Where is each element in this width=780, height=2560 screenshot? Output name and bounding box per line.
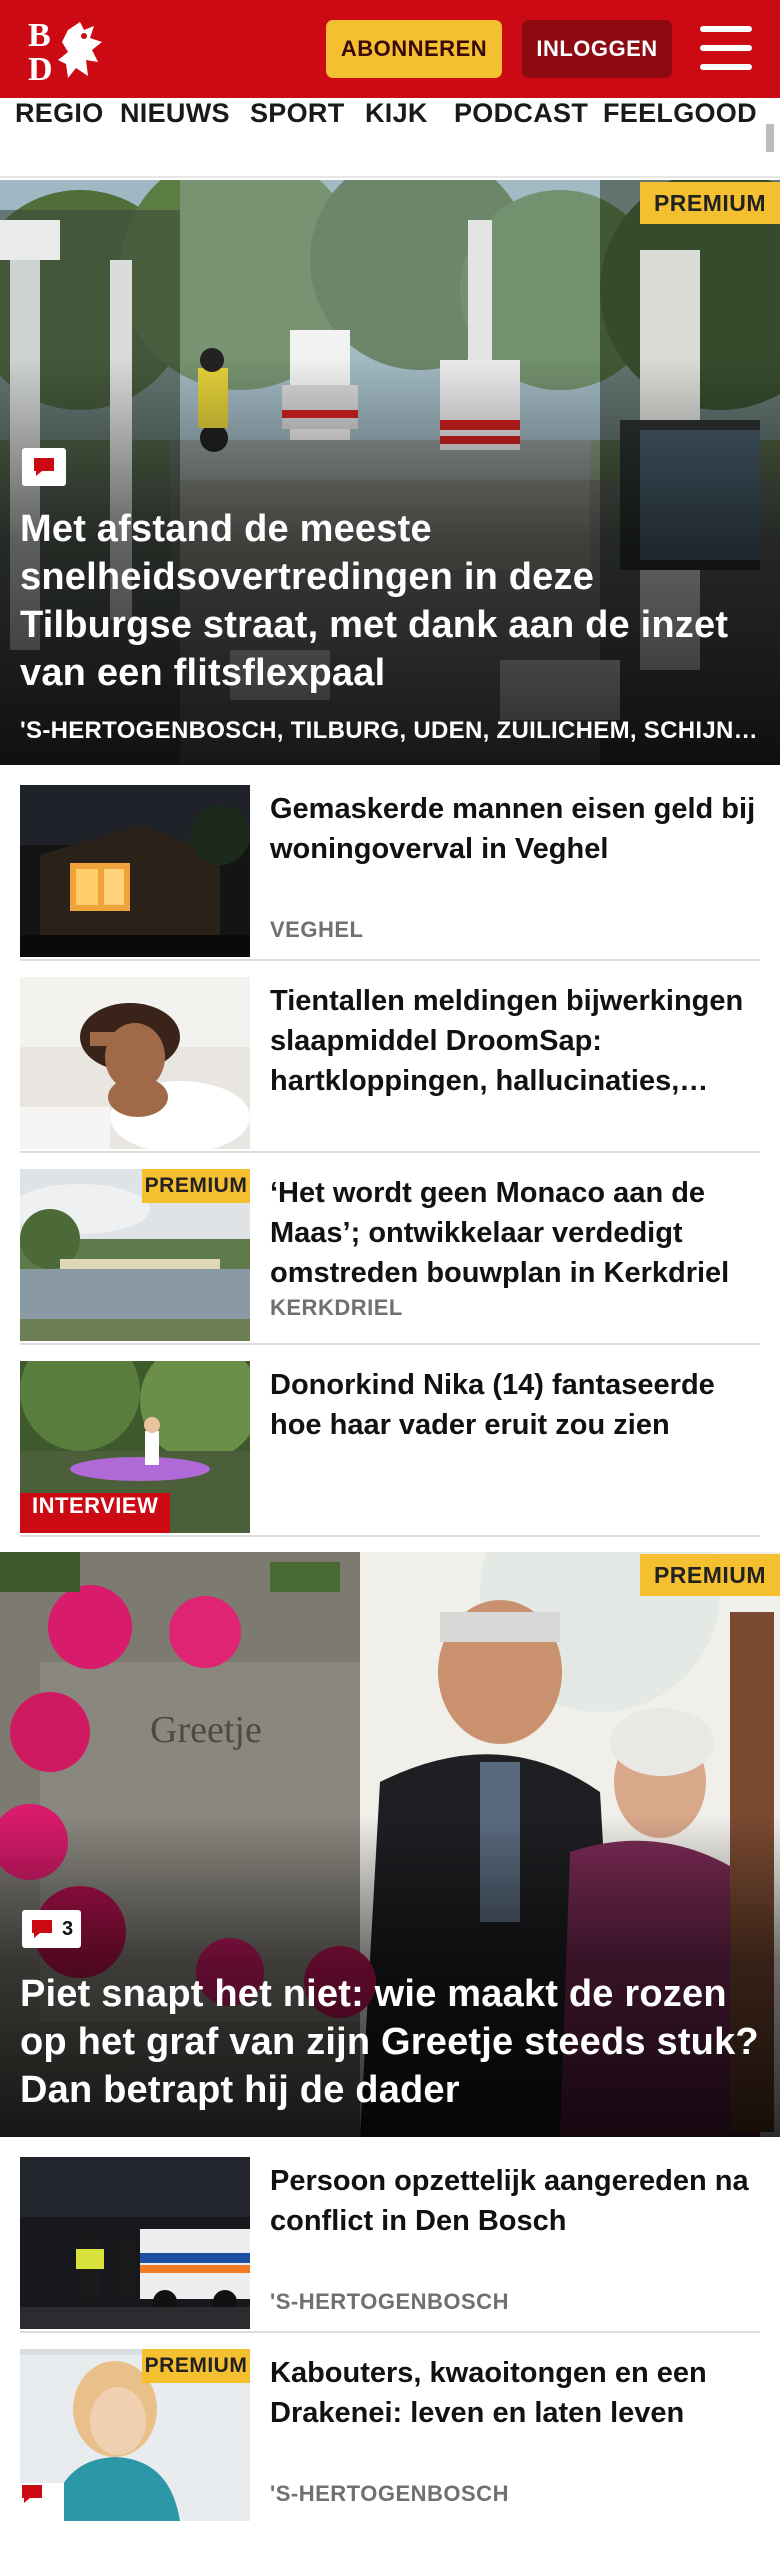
comment-icon [32, 1920, 52, 1938]
article-thumbnail [20, 2157, 250, 2329]
comment-badge: 3 [22, 1910, 82, 1948]
list-item[interactable]: PREMIUM Kabouters, kwaoitongen en een Dr… [20, 2349, 760, 2521]
hero-title[interactable]: Piet snapt het niet: wie maakt de rozen … [20, 1970, 760, 2114]
comment-badge [20, 2483, 64, 2521]
svg-text:D: D [28, 51, 53, 84]
article-thumbnail: PREMIUM [20, 2349, 250, 2521]
section-nav: REGIO NIEUWS SPORT KIJK PODCAST FEELGOOD [0, 98, 780, 178]
comment-icon [22, 2485, 42, 2503]
svg-text:B: B [28, 17, 51, 54]
article-title[interactable]: ‘Het wordt geen Monaco aan de Maas’; ont… [270, 1173, 760, 1293]
article-location: VEGHEL [270, 917, 364, 942]
article-location: 'S-HERTOGENBOSCH [270, 2289, 509, 2314]
article-thumbnail: PREMIUM [20, 1169, 250, 1341]
list-item[interactable]: INTERVIEW Donorkind Nika (14) fantaseerd… [20, 1361, 760, 1537]
nav-item-regio[interactable]: REGIO [15, 98, 104, 176]
comment-badge [22, 448, 66, 486]
nav-overflow-fade [766, 124, 774, 152]
list-item[interactable]: PREMIUM ‘Het wordt geen Monaco aan de Ma… [20, 1169, 760, 1345]
premium-badge: PREMIUM [142, 2349, 250, 2383]
hero-article-greetje[interactable]: Greetje PREMIUM 3 Piet snapt het niet: w… [0, 1552, 780, 2137]
article-thumbnail [20, 785, 250, 957]
comment-icon [34, 458, 54, 476]
nav-item-feelgood[interactable]: FEELGOOD [603, 98, 757, 176]
comment-count: 3 [62, 1917, 74, 1940]
article-thumbnail: INTERVIEW [20, 1361, 250, 1533]
article-title[interactable]: Donorkind Nika (14) fantaseerde hoe haar… [270, 1365, 760, 1445]
nav-item-podcast[interactable]: PODCAST [454, 98, 588, 176]
nav-item-nieuws[interactable]: NIEUWS [120, 98, 230, 176]
list-item[interactable]: Gemaskerde mannen eisen geld bij woningo… [20, 785, 760, 961]
site-header: B D ABONNEREN INLOGGEN [0, 0, 780, 98]
stone-engraving: Greetje [150, 1709, 262, 1751]
article-title[interactable]: Gemaskerde mannen eisen geld bij woningo… [270, 789, 760, 869]
article-title[interactable]: Tientallen meldingen bijwerkingen slaapm… [270, 981, 760, 1101]
article-thumbnail [20, 977, 250, 1149]
list-item[interactable]: Persoon opzettelijk aangereden na confli… [20, 2157, 760, 2333]
hero-locations: 'S-HERTOGENBOSCH, TILBURG, UDEN, ZUILICH… [20, 717, 760, 744]
premium-badge: PREMIUM [640, 1554, 780, 1596]
hero-article-flitspaal[interactable]: PREMIUM Met afstand de meeste snelheidso… [0, 180, 780, 765]
article-title[interactable]: Persoon opzettelijk aangereden na confli… [270, 2161, 760, 2241]
premium-badge: PREMIUM [142, 1169, 250, 1203]
premium-badge: PREMIUM [640, 182, 780, 224]
nav-item-sport[interactable]: SPORT [250, 98, 345, 176]
nav-item-kijk[interactable]: KIJK [365, 98, 428, 176]
list-item[interactable]: Tientallen meldingen bijwerkingen slaapm… [20, 977, 760, 1153]
login-button[interactable]: INLOGGEN [522, 20, 672, 78]
interview-badge: INTERVIEW [20, 1493, 171, 1533]
article-title[interactable]: Kabouters, kwaoitongen en een Drakenei: … [270, 2353, 760, 2433]
hero-title[interactable]: Met afstand de meeste snelheidsovertredi… [20, 505, 760, 697]
bd-logo[interactable]: B D [28, 16, 112, 88]
menu-icon[interactable] [700, 26, 752, 70]
article-location: 'S-HERTOGENBOSCH [270, 2481, 509, 2506]
subscribe-button[interactable]: ABONNEREN [326, 20, 502, 78]
article-location: KERKDRIEL [270, 1295, 403, 1320]
